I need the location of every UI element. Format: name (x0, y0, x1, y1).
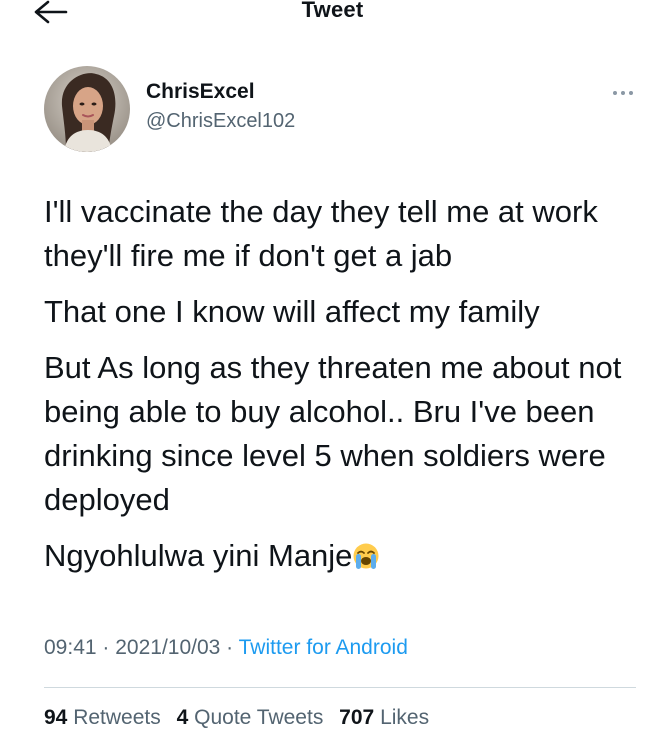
avatar[interactable] (44, 66, 130, 152)
likes-label: Likes (380, 706, 430, 729)
likes-count: 707 (339, 706, 375, 729)
tweet-date: 2021/10/03 (115, 636, 221, 659)
divider (44, 687, 636, 688)
author-display-name[interactable]: ChrisExcel (146, 79, 295, 105)
retweets-label: Retweets (73, 706, 161, 729)
top-bar: Tweet (0, 0, 665, 40)
tweet-paragraph: That one I know will affect my family (44, 294, 540, 329)
tweet-time: 09:41 (44, 636, 97, 659)
profile-photo (44, 66, 130, 152)
quote-tweets-count: 4 (176, 706, 189, 729)
page-title: Tweet (301, 0, 364, 22)
loudly-crying-face-emoji (353, 543, 379, 569)
tweet-author: ChrisExcel @ChrisExcel102 (146, 79, 295, 134)
tweet-paragraph: Ngyohlulwa yini Manje (44, 538, 353, 573)
tweet-paragraph: But As long as they threaten me about no… (44, 350, 622, 517)
tweet-text: I'll vaccinate the day they tell me at w… (44, 190, 644, 590)
tweet-source-link[interactable]: Twitter for Android (239, 636, 408, 659)
tweet-metadata: 09:41 · 2021/10/03 · Twitter for Android (44, 636, 408, 660)
tweet-stats: 94 Retweets 4 Quote Tweets 707 Likes (44, 706, 439, 730)
more-horizontal-icon (613, 91, 633, 95)
quote-tweets-label: Quote Tweets (194, 706, 324, 729)
quote-tweets-stat[interactable]: 4 Quote Tweets (177, 706, 324, 730)
more-options-button[interactable] (608, 86, 638, 100)
retweets-count: 94 (44, 706, 68, 729)
tweet-paragraph: I'll vaccinate the day they tell me at w… (44, 194, 598, 273)
author-handle[interactable]: @ChrisExcel102 (146, 108, 295, 134)
likes-stat[interactable]: 707 Likes (339, 706, 429, 730)
meta-separator: · (96, 636, 116, 659)
retweets-stat[interactable]: 94 Retweets (44, 706, 161, 730)
meta-separator: · (220, 636, 239, 659)
tweet-last-paragraph: Ngyohlulwa yini Manje (44, 534, 644, 578)
